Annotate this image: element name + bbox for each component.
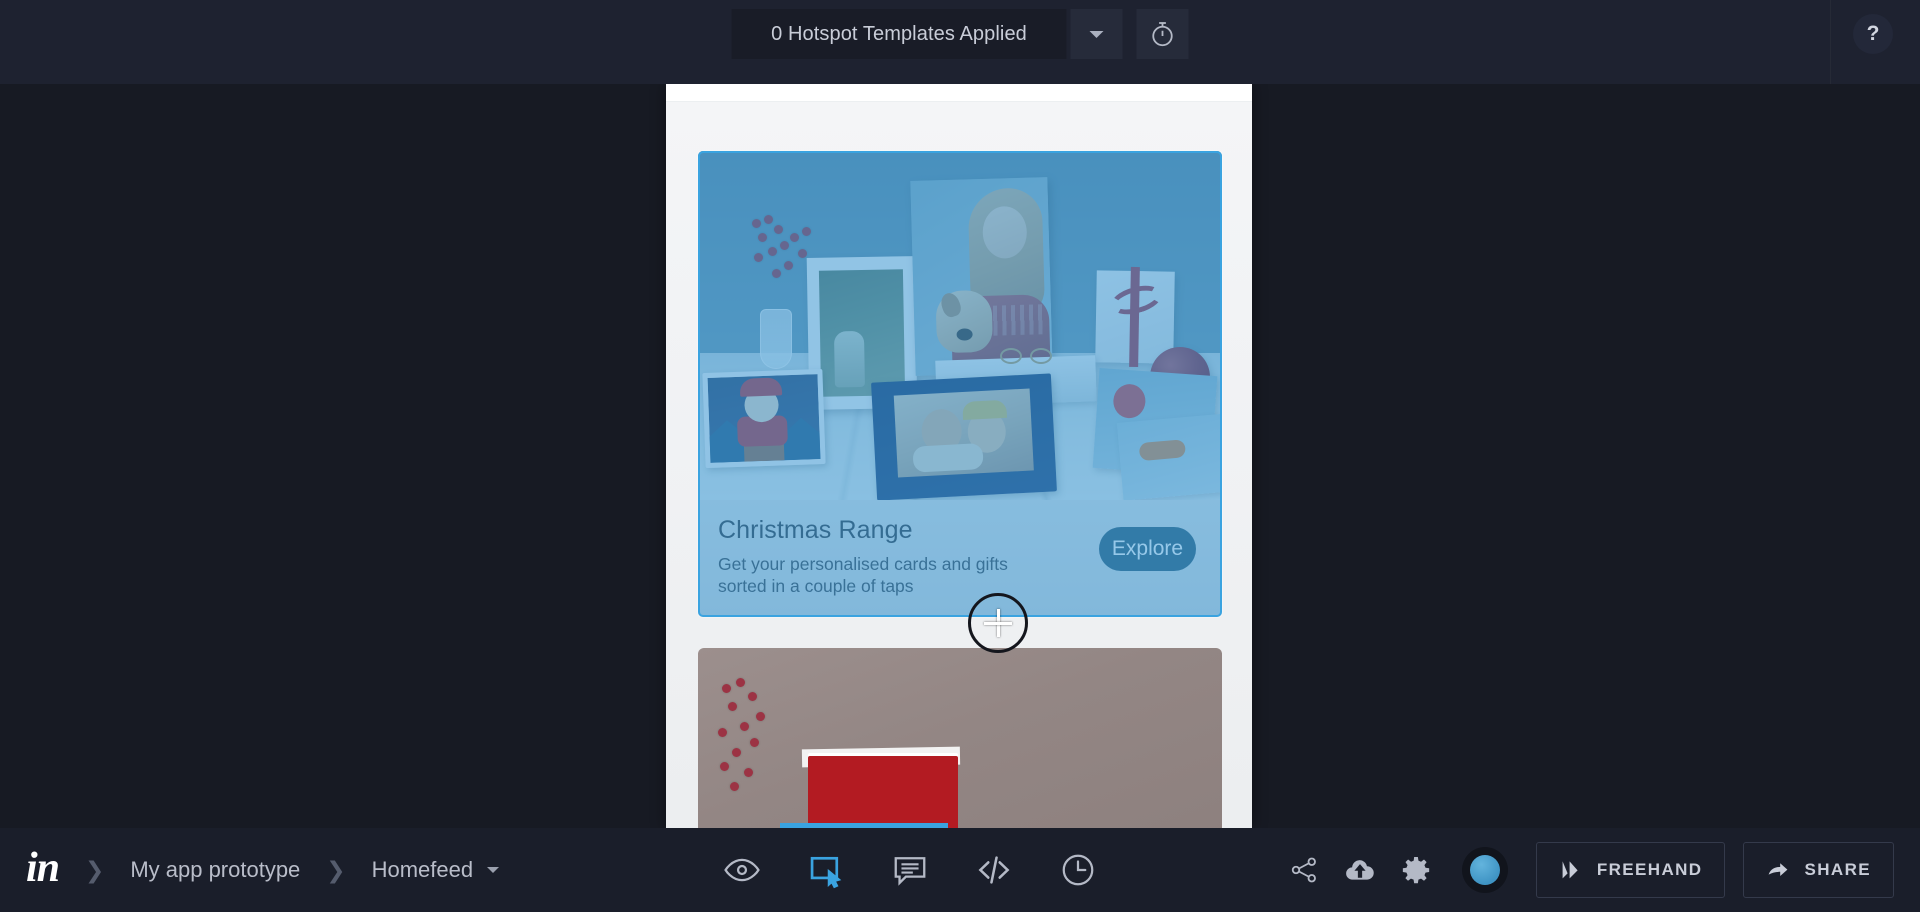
freehand-icon <box>1562 861 1578 879</box>
account-avatar[interactable] <box>1461 847 1508 893</box>
bottom-right-actions: FREEHAND SHARE <box>1276 828 1894 912</box>
breadcrumb-separator-icon: ❯ <box>326 856 346 883</box>
share-button[interactable]: SHARE <box>1743 842 1894 898</box>
clock-icon <box>1062 854 1094 886</box>
hotspot-selection-overlay[interactable] <box>698 151 1222 617</box>
prototype-canvas[interactable]: Christmas Range Get your personalised ca… <box>0 84 1920 828</box>
help-button[interactable]: ? <box>1853 14 1893 54</box>
code-icon <box>978 856 1010 884</box>
settings-button[interactable] <box>1388 828 1444 912</box>
freehand-button[interactable]: FREEHAND <box>1535 842 1726 898</box>
top-toolbar: 0 Hotspot Templates Applied ? <box>0 0 1920 84</box>
berry-stems-decoration <box>704 674 794 828</box>
red-greeting-card <box>808 756 958 828</box>
invision-logo[interactable]: in <box>26 847 60 893</box>
device-status-bar <box>666 84 1252 102</box>
breadcrumb-separator-icon: ❯ <box>85 856 105 883</box>
gear-icon <box>1402 857 1429 884</box>
hotspot-draw-crosshair-cursor <box>968 593 1028 653</box>
arrow-share-icon <box>1769 863 1788 876</box>
freehand-label: FREEHAND <box>1596 860 1703 879</box>
chevron-down-icon[interactable] <box>487 867 500 873</box>
tool-switcher <box>700 828 1120 912</box>
second-product-card[interactable] <box>698 648 1222 828</box>
bottom-toolbar: in ❯ My app prototype ❯ Homefeed FREEHAN… <box>0 828 1920 912</box>
comment-tool-button[interactable] <box>868 828 952 912</box>
help-label: ? <box>1866 22 1880 45</box>
hotspot-timer-button[interactable] <box>1136 9 1189 59</box>
inspect-tool-button[interactable] <box>952 828 1036 912</box>
invision-prototype-editor: 0 Hotspot Templates Applied ? in ❯ My ap… <box>0 0 1920 912</box>
hotspot-icon <box>810 856 842 889</box>
share-icon <box>1291 857 1316 883</box>
avatar-icon <box>1469 855 1500 885</box>
comment-icon <box>894 857 926 886</box>
cloud-upload-icon <box>1345 860 1374 880</box>
hotspot-templates-button[interactable]: 0 Hotspot Templates Applied <box>731 9 1067 59</box>
device-screen-frame: Christmas Range Get your personalised ca… <box>666 84 1252 828</box>
hotspot-template-controls: 0 Hotspot Templates Applied <box>731 9 1189 59</box>
history-tool-button[interactable] <box>1036 828 1120 912</box>
share-label: SHARE <box>1804 860 1871 879</box>
share-node-button[interactable] <box>1276 828 1332 912</box>
stopwatch-icon <box>1152 22 1173 47</box>
hotspot-tool-button[interactable] <box>784 828 868 912</box>
hotspot-templates-dropdown-button[interactable] <box>1070 9 1123 59</box>
breadcrumb-item-project[interactable]: My app prototype <box>130 857 300 883</box>
breadcrumb: in ❯ My app prototype ❯ Homefeed <box>26 828 500 912</box>
chevron-down-icon <box>1089 30 1104 38</box>
topbar-divider <box>1830 0 1831 84</box>
hotspot-templates-label: 0 Hotspot Templates Applied <box>771 22 1027 45</box>
upload-button[interactable] <box>1332 828 1388 912</box>
preview-tool-button[interactable] <box>700 828 784 912</box>
eye-icon <box>724 858 760 882</box>
screen-background: Christmas Range Get your personalised ca… <box>666 102 1252 828</box>
breadcrumb-item-screen[interactable]: Homefeed <box>372 857 474 883</box>
